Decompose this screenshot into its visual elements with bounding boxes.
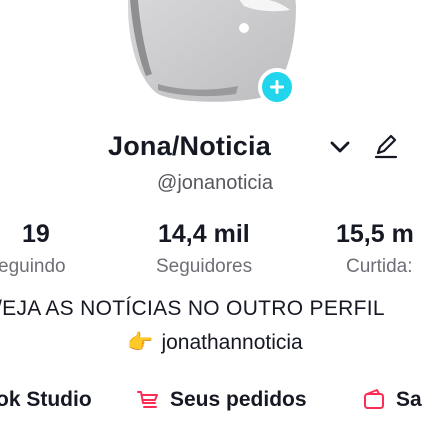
add-avatar-button[interactable] (258, 68, 296, 106)
chevron-down-icon[interactable] (329, 136, 351, 158)
bio-line-2: 👉 jonathannoticia (0, 330, 430, 356)
stat-likes-value: 15,5 m (336, 220, 414, 248)
stat-likes-label: Curtida: (346, 256, 413, 277)
stat-following-label: eguindo (0, 256, 66, 277)
quick-links-row: ok Studio Seus pedidos Sa (0, 385, 430, 417)
stat-following-value: 19 (22, 220, 50, 248)
profile-stats: 19 eguindo 14,4 mil Seguidores 15,5 m Cu… (0, 218, 430, 282)
orders-label: Seus pedidos (170, 388, 307, 411)
edit-pencil-icon[interactable] (372, 132, 400, 160)
plus-icon (270, 80, 284, 94)
bio-line-2-text: jonathannoticia (161, 331, 303, 354)
wallet-label: Sa (396, 388, 422, 411)
pointing-hand-icon: 👉 (127, 331, 154, 354)
bio-line-1: /EJA AS NOTÍCIAS NO OUTRO PERFIL (0, 297, 385, 320)
tiktok-studio-label: ok Studio (0, 388, 92, 411)
tiktok-studio-link[interactable]: ok Studio (0, 385, 92, 415)
profile-handle: @jonanoticia (157, 172, 273, 194)
stat-followers-value: 14,4 mil (158, 220, 250, 248)
stat-followers-label: Seguidores (156, 256, 253, 277)
display-name[interactable]: Jona/Noticia (108, 128, 271, 164)
wallet-icon (364, 389, 384, 409)
profile-name-row: Jona/Noticia (0, 128, 430, 168)
cart-icon (137, 391, 158, 408)
wallet-link[interactable]: Sa (362, 385, 422, 415)
orders-link[interactable]: Seus pedidos (136, 385, 307, 415)
